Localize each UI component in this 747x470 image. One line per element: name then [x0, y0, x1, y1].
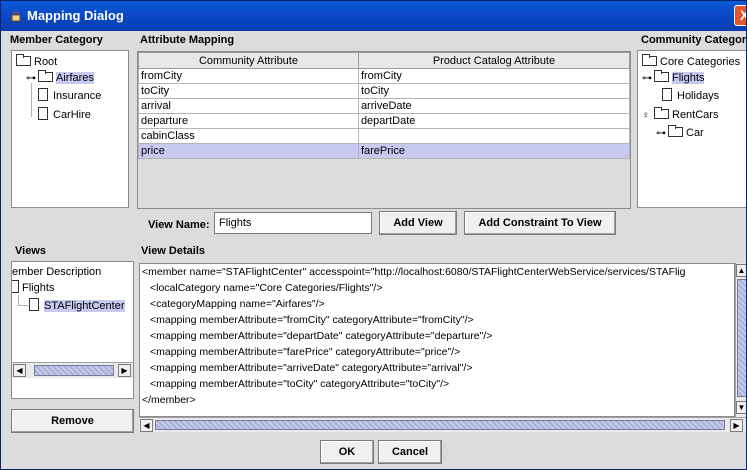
remove-button[interactable]: Remove	[11, 409, 134, 433]
table-row[interactable]: arrival arriveDate	[138, 98, 631, 114]
ok-button[interactable]: OK	[320, 440, 374, 464]
view-details-horizontal-scrollbar[interactable]: ◀ ▶	[139, 417, 746, 432]
table-cell[interactable]: departure	[138, 113, 359, 129]
add-view-button[interactable]: Add View	[379, 211, 457, 235]
folder-icon	[16, 54, 31, 66]
expand-toggle-icon[interactable]: ⊶	[642, 71, 652, 87]
title-bar[interactable]: Mapping Dialog X	[1, 1, 746, 31]
views-tree[interactable]: ember Description Flights STAFlightCente…	[11, 261, 134, 399]
table-cell[interactable]: farePrice	[357, 143, 631, 159]
community-category-label: Community Category	[641, 34, 747, 46]
view-name-input[interactable]: Flights	[214, 212, 372, 234]
window-title: Mapping Dialog	[27, 8, 124, 23]
document-icon	[29, 298, 39, 311]
view-details-text-area[interactable]: <member name="STAFlightCenter" accesspoi…	[139, 263, 735, 417]
folder-icon	[654, 70, 669, 82]
views-horizontal-scrollbar[interactable]: ◀ ▶	[12, 362, 133, 378]
attribute-mapping-table[interactable]: Community Attribute Product Catalog Attr…	[138, 52, 631, 159]
mapping-dialog-window: Mapping Dialog X Member Category Root ⊶A…	[0, 0, 747, 470]
table-row[interactable]: departure departDate	[138, 113, 631, 129]
scroll-up-icon[interactable]: ▲	[736, 264, 746, 277]
folder-icon	[668, 125, 683, 137]
column-header-community-attribute[interactable]: Community Attribute	[138, 52, 359, 69]
tree-node-core-categories[interactable]: Core Categories	[642, 54, 740, 70]
expand-toggle-icon[interactable]: ⊶	[656, 126, 666, 142]
table-cell[interactable]: fromCity	[138, 68, 359, 84]
xml-line: </member>	[142, 394, 196, 406]
table-row[interactable]: toCity toCity	[138, 83, 631, 99]
tree-node-member-description[interactable]: ember Description	[12, 264, 101, 280]
document-icon	[12, 280, 19, 293]
scroll-right-icon[interactable]: ▶	[730, 419, 743, 432]
table-cell[interactable]: fromCity	[357, 68, 631, 84]
add-constraint-button[interactable]: Add Constraint To View	[464, 211, 616, 235]
java-cup-icon	[11, 10, 21, 22]
scroll-right-icon[interactable]: ▶	[118, 364, 131, 377]
table-row-selected[interactable]: price farePrice	[138, 143, 631, 159]
tree-connector	[18, 295, 19, 305]
scroll-thumb[interactable]	[34, 365, 114, 376]
tree-node-car[interactable]: ⊶ Car	[656, 125, 704, 141]
scroll-thumb[interactable]	[737, 279, 746, 397]
table-row[interactable]: cabinClass	[138, 128, 631, 144]
tree-node-insurance[interactable]: Insurance	[38, 88, 101, 104]
table-cell[interactable]: price	[138, 143, 359, 159]
view-details-label: View Details	[141, 245, 205, 257]
xml-line: <mapping memberAttribute="departDate" ca…	[150, 330, 493, 342]
xml-line: <mapping memberAttribute="toCity" catego…	[150, 378, 450, 390]
scroll-down-icon[interactable]: ▼	[736, 401, 746, 414]
folder-icon	[642, 54, 657, 66]
table-cell[interactable]: arrival	[138, 98, 359, 114]
tree-node-staflightcenter[interactable]: STAFlightCenter	[29, 298, 125, 314]
column-header-product-catalog-attribute[interactable]: Product Catalog Attribute	[357, 52, 631, 69]
document-icon	[38, 88, 48, 101]
scroll-left-icon[interactable]: ◀	[140, 419, 153, 432]
tree-node-root[interactable]: Root	[16, 54, 57, 70]
table-cell[interactable]: toCity	[138, 83, 359, 99]
view-details-vertical-scrollbar[interactable]: ▲ ▼	[735, 263, 746, 417]
tree-node-rentcars[interactable]: ♀ RentCars	[642, 107, 718, 123]
table-cell[interactable]: departDate	[357, 113, 631, 129]
tree-connector	[18, 305, 28, 306]
tree-node-flights[interactable]: ⊶ Flights	[642, 70, 705, 87]
tree-node-carhire[interactable]: CarHire	[38, 107, 91, 123]
xml-line: <member name="STAFlightCenter" accesspoi…	[142, 266, 686, 278]
scroll-thumb[interactable]	[155, 420, 725, 430]
views-label: Views	[15, 245, 46, 257]
tree-node-airfares[interactable]: ⊶ Airfares	[26, 70, 94, 86]
xml-line: <mapping memberAttribute="fromCity" cate…	[150, 314, 474, 326]
document-icon	[38, 107, 48, 120]
folder-icon	[654, 107, 669, 119]
document-icon	[662, 88, 672, 101]
member-category-tree[interactable]: Root ⊶ Airfares Insurance CarHire	[11, 50, 129, 208]
table-cell[interactable]: toCity	[357, 83, 631, 99]
table-row[interactable]: fromCity fromCity	[138, 68, 631, 84]
cancel-button[interactable]: Cancel	[378, 440, 442, 464]
xml-line: <mapping memberAttribute="farePrice" cat…	[150, 346, 461, 358]
view-name-label: View Name:	[148, 219, 210, 231]
tree-node-holidays[interactable]: Holidays	[662, 88, 719, 104]
tree-connector	[31, 83, 32, 117]
tree-node-flights[interactable]: Flights	[12, 280, 54, 296]
close-button[interactable]: X	[734, 5, 746, 26]
xml-line: <mapping memberAttribute="arriveDate" ca…	[150, 362, 473, 374]
member-category-label: Member Category	[10, 34, 103, 46]
folder-icon	[38, 70, 53, 82]
table-cell[interactable]: arriveDate	[357, 98, 631, 114]
community-category-tree[interactable]: Core Categories ⊶ Flights Holidays ♀ RentC…	[637, 50, 746, 208]
scroll-left-icon[interactable]: ◀	[13, 364, 26, 377]
xml-line: <categoryMapping name="Airfares"/>	[150, 298, 325, 310]
table-cell[interactable]: cabinClass	[138, 128, 359, 144]
collapse-toggle-icon[interactable]: ♀	[642, 108, 651, 124]
table-cell[interactable]	[357, 128, 631, 144]
xml-line: <localCategory name="Core Categories/Fli…	[150, 282, 383, 294]
attribute-mapping-label: Attribute Mapping	[140, 34, 235, 46]
